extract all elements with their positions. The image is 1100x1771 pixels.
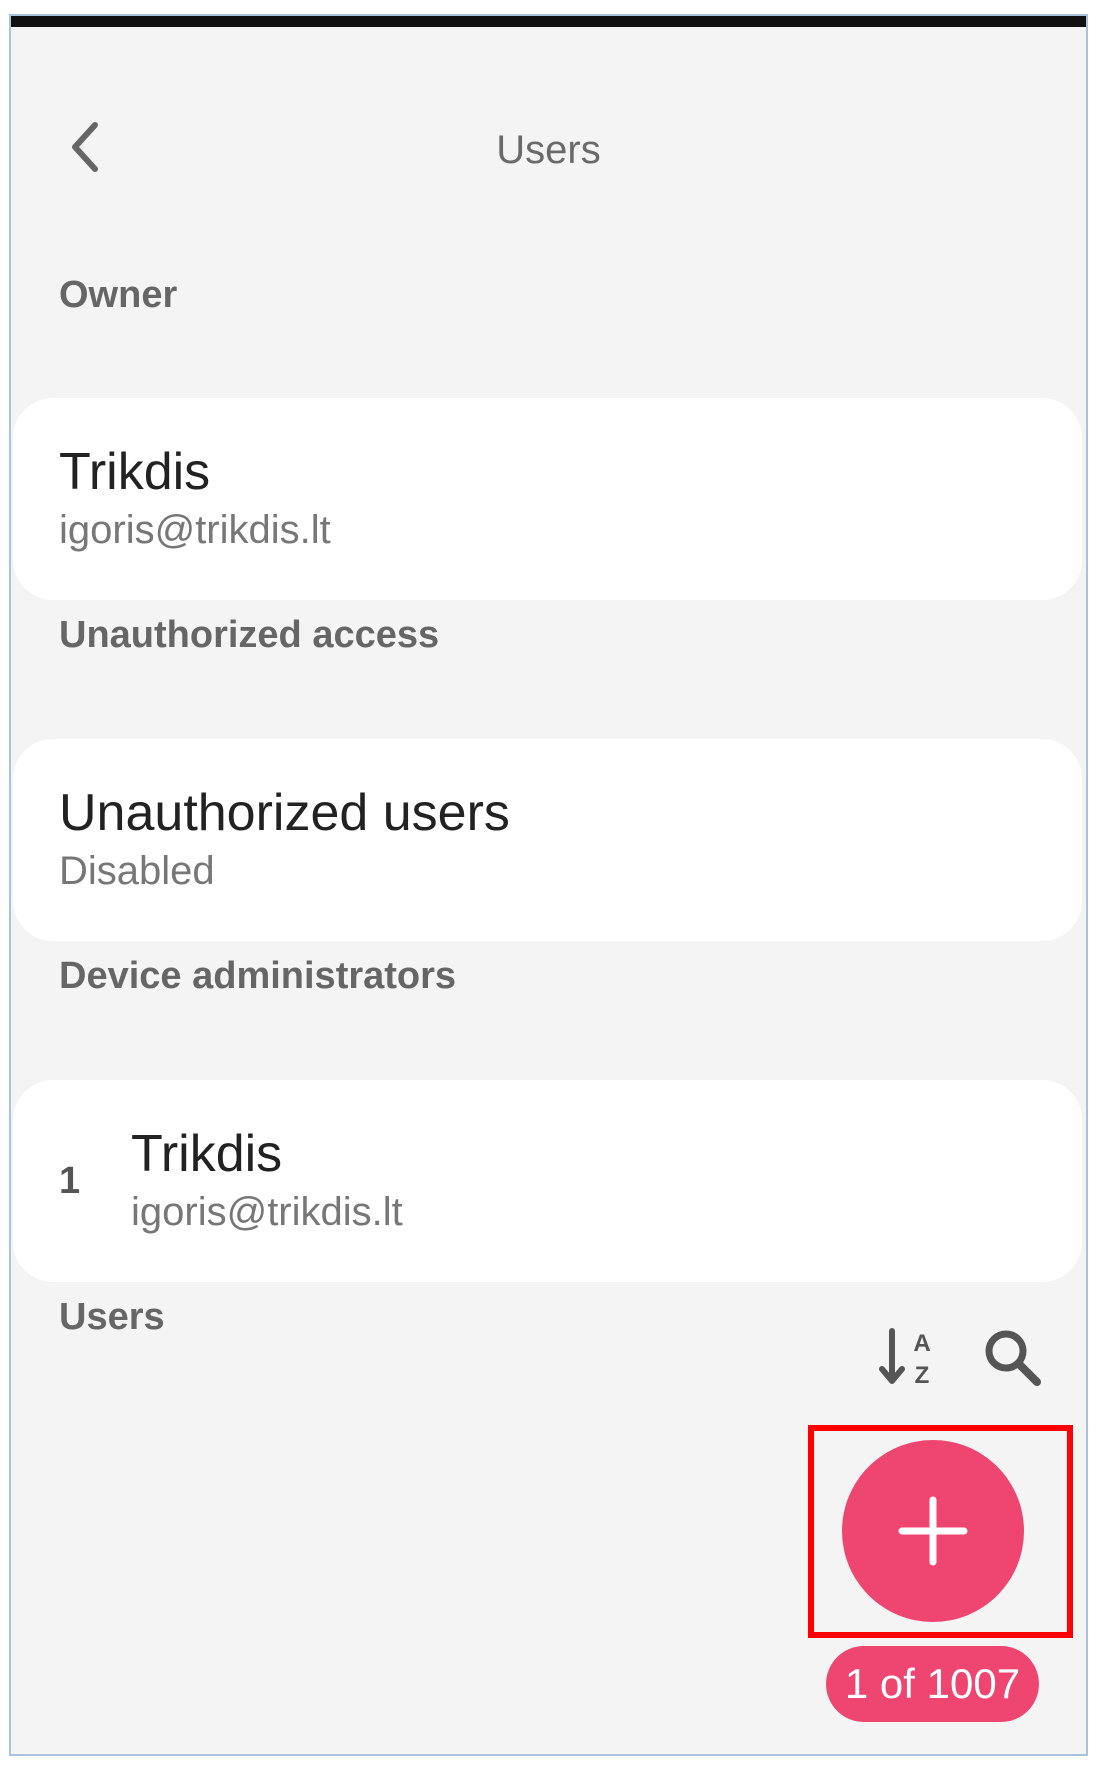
sort-button[interactable]: A Z (875, 1322, 945, 1392)
search-icon (985, 1330, 1041, 1386)
owner-card[interactable]: Trikdis igoris@trikdis.lt (13, 398, 1082, 600)
section-label-owner: Owner (59, 274, 178, 316)
pagination-badge: 1 of 1007 (826, 1646, 1039, 1722)
svg-text:Z: Z (915, 1362, 930, 1389)
app-screen: Users Owner Trikdis igoris@trikdis.lt Un… (9, 14, 1088, 1756)
sort-alphabetical-icon: A Z (879, 1328, 931, 1389)
unauthorized-users-title: Unauthorized users (59, 784, 510, 842)
section-label-device-administrators: Device administrators (59, 955, 457, 997)
plus-icon (898, 1496, 968, 1566)
search-button[interactable] (977, 1322, 1047, 1392)
owner-name: Trikdis (59, 443, 211, 501)
svg-text:A: A (913, 1330, 930, 1357)
add-user-button[interactable] (842, 1440, 1024, 1622)
unauthorized-users-card[interactable]: Unauthorized users Disabled (13, 739, 1082, 941)
section-label-unauthorized-access: Unauthorized access (59, 614, 440, 656)
admin-list-item[interactable]: 1 Trikdis igoris@trikdis.lt (13, 1080, 1082, 1282)
admin-email: igoris@trikdis.lt (131, 1190, 403, 1234)
page-title: Users (496, 128, 601, 172)
status-bar (11, 16, 1086, 27)
owner-email: igoris@trikdis.lt (59, 508, 331, 552)
section-label-users: Users (59, 1296, 165, 1338)
unauthorized-users-status: Disabled (59, 849, 215, 893)
admin-index: 1 (59, 1160, 81, 1202)
admin-name: Trikdis (131, 1125, 283, 1183)
